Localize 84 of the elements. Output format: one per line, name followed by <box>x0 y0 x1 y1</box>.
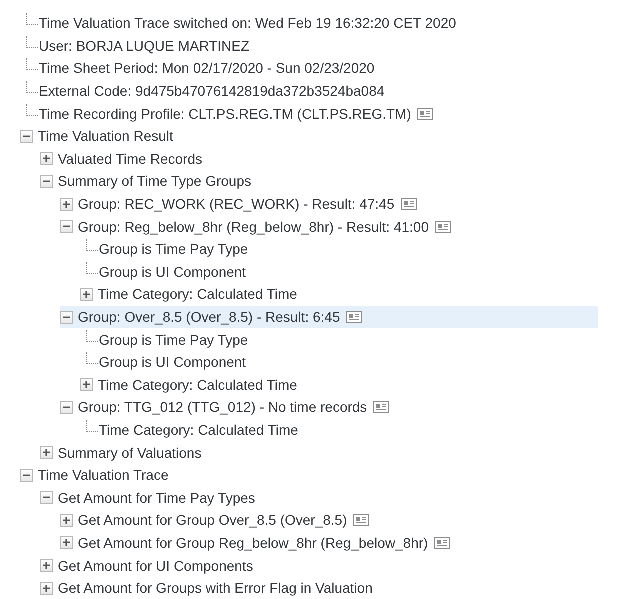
node-label: Group: TTG_012 (TTG_012) - No time records <box>78 398 368 416</box>
details-icon[interactable] <box>434 536 450 549</box>
node-label: External Code: 9d475b47076142819da372b3524ba084 <box>39 82 385 100</box>
tree-row[interactable]: Summary of Valuations <box>40 441 598 464</box>
tree-row[interactable]: Time Category: Calculated Time <box>80 283 598 306</box>
collapse-button[interactable] <box>20 468 33 482</box>
plus-icon <box>82 290 91 299</box>
details-icon[interactable] <box>346 311 362 324</box>
tree-row[interactable]: Time Sheet Period: Mon 02/17/2020 - Sun 02/23/2020 <box>20 57 598 80</box>
expand-button[interactable] <box>40 152 53 166</box>
tree-row[interactable]: Group is Time Pay Type <box>80 328 598 351</box>
plus-icon <box>62 200 71 209</box>
node-label: Time Valuation Trace switched on: Wed Feb 19 16:32:20 CET 2020 <box>39 14 456 32</box>
node-label: Get Amount for Time Pay Types <box>58 488 256 507</box>
tree-row[interactable]: Time Category: Calculated Time <box>80 374 598 396</box>
expand-button[interactable] <box>80 288 93 301</box>
collapse-button[interactable] <box>60 220 73 234</box>
node-label: Get Amount for UI Components <box>58 556 254 575</box>
node-label: Get Amount for Group Over_8.5 (Over_8.5) <box>78 511 348 530</box>
tree-row[interactable]: User: BORJA LUQUE MARTINEZ <box>20 34 598 58</box>
details-icon[interactable] <box>434 220 451 233</box>
tree-row[interactable]: Valuated Time Records <box>40 148 598 170</box>
plus-icon <box>82 380 91 390</box>
details-icon[interactable] <box>353 514 370 526</box>
node-label: Group is UI Component <box>99 353 246 372</box>
node-label: Time Category: Calculated Time <box>98 285 298 304</box>
tree-row[interactable]: Get Amount for UI Components <box>40 554 598 577</box>
tree-row[interactable]: Group is Time Pay Type <box>80 238 598 261</box>
expand-button[interactable] <box>40 446 53 460</box>
tree-row[interactable]: Get Amount for Group Over_8.5 (Over_8.5) <box>60 509 598 532</box>
tree-row[interactable]: Get Amount for Group Reg_below_8hr (Reg_below_8hr) <box>60 532 598 554</box>
node-label: Group is UI Component <box>99 262 246 281</box>
node-label: Time Valuation Trace <box>38 466 169 484</box>
tree-row[interactable]: Summary of Time Type Groups <box>40 170 598 193</box>
node-label: Time Recording Profile: CLT.PS.REG.TM (CLT.PS.REG.TM) <box>39 104 412 123</box>
node-label: Group: Over_8.5 (Over_8.5) - Result: 6:45 <box>78 308 340 326</box>
tree-row[interactable]: Time Category: Calculated Time <box>80 418 598 442</box>
plus-icon <box>42 584 51 593</box>
node-label: Time Sheet Period: Mon 02/17/2020 - Sun 02/23/2020 <box>39 59 375 78</box>
details-icon[interactable] <box>417 108 434 120</box>
tree-row[interactable]: Get Amount for Time Pay Types <box>40 486 598 510</box>
node-label: Time Valuation Result <box>38 127 174 146</box>
node-label: Summary of Valuations <box>58 444 202 462</box>
tree-row[interactable]: Group is UI Component <box>80 260 598 284</box>
tree-row[interactable]: Group is UI Component <box>80 350 598 374</box>
collapse-button[interactable] <box>60 310 73 324</box>
details-icon[interactable] <box>400 198 417 210</box>
tree-row[interactable]: Group: Reg_below_8hr (Reg_below_8hr) - Result: 41:00 <box>60 215 598 238</box>
tree-row[interactable]: Group: Over_8.5 (Over_8.5) - Result: 6:45 <box>60 306 598 328</box>
collapse-button[interactable] <box>60 400 73 414</box>
tree-row[interactable]: Group: REC_WORK (REC_WORK) - Result: 47:45 <box>60 192 598 216</box>
node-label: Get Amount for Group Reg_below_8hr (Reg_below_8hr) <box>78 534 428 552</box>
node-label: Group is Time Pay Type <box>99 330 248 349</box>
tree-row[interactable]: External Code: 9d475b47076142819da372b3524ba084 <box>20 80 598 102</box>
node-label: Time Category: Calculated Time <box>98 376 298 394</box>
expand-button[interactable] <box>60 514 73 527</box>
plus-icon <box>62 538 71 548</box>
collapse-button[interactable] <box>40 174 53 188</box>
plus-icon <box>42 561 51 570</box>
node-label: Time Category: Calculated Time <box>99 420 298 439</box>
node-label: Valuated Time Records <box>58 150 202 168</box>
plus-icon <box>62 516 71 525</box>
tree-row[interactable]: Time Recording Profile: CLT.PS.REG.TM (CLT.PS.REG.TM) <box>20 102 598 125</box>
expand-button[interactable] <box>40 559 53 572</box>
node-label: Group is Time Pay Type <box>99 240 248 258</box>
node-label: Group: Reg_below_8hr (Reg_below_8hr) - Result: 41:00 <box>78 218 429 236</box>
expand-button[interactable] <box>60 198 73 211</box>
tree-row[interactable]: Time Valuation Trace <box>20 464 598 486</box>
tree-row[interactable]: Group: TTG_012 (TTG_012) - No time records <box>60 396 598 419</box>
expand-button[interactable] <box>40 582 53 595</box>
tree-row[interactable]: Get Amount for Groups with Error Flag in Valuation <box>40 576 598 599</box>
tree-row[interactable]: Time Valuation Result <box>20 124 598 148</box>
node-label: Summary of Time Type Groups <box>58 172 252 190</box>
plus-icon <box>42 154 51 164</box>
node-label: Get Amount for Groups with Error Flag in Valuation <box>58 579 373 598</box>
tree-row[interactable]: Time Valuation Trace switched on: Wed Feb 19 16:32:20 CET 2020 <box>20 12 598 35</box>
node-label: User: BORJA LUQUE MARTINEZ <box>39 36 250 55</box>
details-icon[interactable] <box>373 401 390 414</box>
collapse-button[interactable] <box>40 491 53 504</box>
plus-icon <box>42 448 51 458</box>
expand-button[interactable] <box>80 378 93 392</box>
collapse-button[interactable] <box>20 130 33 143</box>
node-label: Group: REC_WORK (REC_WORK) - Result: 47:45 <box>78 195 395 214</box>
expand-button[interactable] <box>60 536 73 550</box>
